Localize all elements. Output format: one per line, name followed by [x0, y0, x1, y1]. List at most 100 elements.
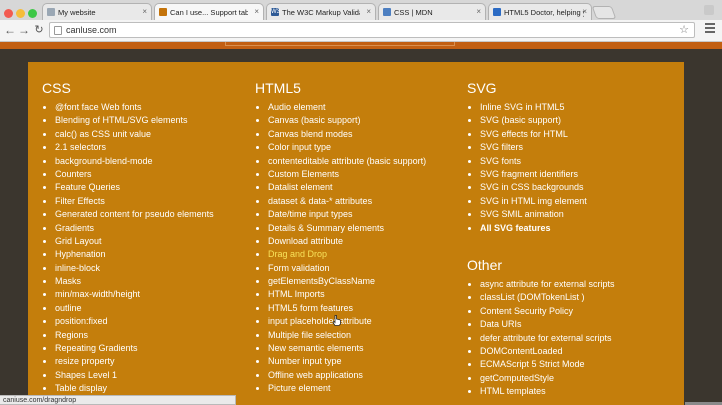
feature-link[interactable]: getComputedStyle: [467, 372, 615, 385]
feature-link[interactable]: SVG in CSS backgrounds: [467, 181, 587, 194]
feature-link[interactable]: inline-block: [42, 262, 214, 275]
tab-close-icon[interactable]: ×: [476, 7, 481, 16]
page-content: CSS @font face Web fonts Blending of HTML…: [0, 42, 722, 405]
feature-link[interactable]: Datalist element: [255, 181, 426, 194]
feature-link[interactable]: Counters: [42, 168, 214, 181]
feature-link[interactable]: Audio element: [255, 101, 426, 114]
feature-link[interactable]: Table display: [42, 382, 214, 395]
feature-link[interactable]: @font face Web fonts: [42, 101, 214, 114]
feature-link[interactable]: calc() as CSS unit value: [42, 128, 214, 141]
feature-link[interactable]: Feature Queries: [42, 181, 214, 194]
svg-heading: SVG: [467, 80, 497, 96]
profile-icon[interactable]: [704, 5, 714, 15]
feature-link[interactable]: Drag and Drop: [255, 248, 426, 261]
feature-link[interactable]: Details & Summary elements: [255, 222, 426, 235]
feature-link[interactable]: SVG (basic support): [467, 114, 587, 127]
mdn-favicon-icon: [383, 8, 391, 16]
feature-link[interactable]: Generated content for pseudo elements: [42, 208, 214, 221]
feature-link[interactable]: Multiple file selection: [255, 329, 426, 342]
feature-link[interactable]: resize property: [42, 355, 214, 368]
tab-close-icon[interactable]: ×: [582, 7, 587, 16]
feature-link[interactable]: Picture element: [255, 382, 426, 395]
feature-link[interactable]: HTML templates: [467, 385, 615, 398]
feature-link[interactable]: dataset & data-* attributes: [255, 195, 426, 208]
tab-my-website[interactable]: My website ×: [42, 3, 152, 20]
feature-link[interactable]: Masks: [42, 275, 214, 288]
feature-link[interactable]: Number input type: [255, 355, 426, 368]
tab-caniuse[interactable]: Can I use... Support tables ×: [154, 3, 264, 20]
back-arrow-icon[interactable]: ←: [4, 23, 16, 37]
feature-link[interactable]: classList (DOMTokenList ): [467, 291, 615, 304]
feature-link[interactable]: async attribute for external scripts: [467, 278, 615, 291]
feature-link[interactable]: Shapes Level 1: [42, 369, 214, 382]
feature-link[interactable]: min/max-width/height: [42, 288, 214, 301]
feature-link[interactable]: outline: [42, 302, 214, 315]
feature-link[interactable]: Regions: [42, 329, 214, 342]
feature-link[interactable]: SVG fonts: [467, 155, 587, 168]
feature-link[interactable]: getElementsByClassName: [255, 275, 426, 288]
forward-arrow-icon[interactable]: →: [18, 23, 30, 37]
feature-link[interactable]: Data URIs: [467, 318, 615, 331]
feature-link[interactable]: position:fixed: [42, 315, 214, 328]
tab-css-mdn[interactable]: CSS | MDN ×: [378, 3, 486, 20]
zoom-window-button[interactable]: [28, 9, 37, 18]
feature-link[interactable]: Blending of HTML/SVG elements: [42, 114, 214, 127]
feature-link[interactable]: SVG in HTML img element: [467, 195, 587, 208]
tab-close-icon[interactable]: ×: [366, 7, 371, 16]
menu-icon[interactable]: [705, 23, 715, 35]
feature-link[interactable]: SVG fragment identifiers: [467, 168, 587, 181]
search-field[interactable]: [225, 42, 455, 46]
feature-link[interactable]: Custom Elements: [255, 168, 426, 181]
hand-cursor-icon: [332, 315, 341, 326]
tab-w3c-validator[interactable]: W3 The W3C Markup Validation ×: [266, 3, 376, 20]
feature-link[interactable]: contenteditable attribute (basic support…: [255, 155, 426, 168]
feature-link[interactable]: background-blend-mode: [42, 155, 214, 168]
html5-heading: HTML5: [255, 80, 301, 96]
minimize-window-button[interactable]: [16, 9, 25, 18]
feature-link[interactable]: Download attribute: [255, 235, 426, 248]
feature-link[interactable]: HTML Imports: [255, 288, 426, 301]
tab-close-icon[interactable]: ×: [142, 7, 147, 16]
tab-label: Can I use... Support tables: [170, 8, 248, 17]
feature-link[interactable]: SVG filters: [467, 141, 587, 154]
other-feature-list: async attribute for external scripts clas…: [467, 278, 615, 399]
feature-link[interactable]: Grid Layout: [42, 235, 214, 248]
feature-link[interactable]: Canvas blend modes: [255, 128, 426, 141]
feature-link[interactable]: Date/time input types: [255, 208, 426, 221]
feature-link[interactable]: Repeating Gradients: [42, 342, 214, 355]
reload-icon[interactable]: ↻: [33, 23, 45, 37]
new-tab-button[interactable]: [591, 6, 617, 19]
feature-link[interactable]: Color input type: [255, 141, 426, 154]
css-feature-list: @font face Web fonts Blending of HTML/SVG…: [42, 101, 214, 396]
feature-link[interactable]: Filter Effects: [42, 195, 214, 208]
page-icon: [47, 8, 55, 16]
feature-link[interactable]: Inline SVG in HTML5: [467, 101, 587, 114]
status-bar-url: caniuse.com/dragndrop: [0, 395, 236, 405]
feature-link[interactable]: HTML5 form features: [255, 302, 426, 315]
css-heading: CSS: [42, 80, 71, 96]
feature-link[interactable]: Hyphenation: [42, 248, 214, 261]
tab-close-icon[interactable]: ×: [254, 7, 259, 16]
feature-link[interactable]: 2.1 selectors: [42, 141, 214, 154]
feature-link[interactable]: Canvas (basic support): [255, 114, 426, 127]
tab-label: CSS | MDN: [394, 8, 433, 17]
feature-link[interactable]: DOMContentLoaded: [467, 345, 615, 358]
tab-html5-doctor[interactable]: HTML5 Doctor, helping you ×: [488, 3, 592, 20]
feature-link[interactable]: SVG effects for HTML: [467, 128, 587, 141]
feature-link[interactable]: New semantic elements: [255, 342, 426, 355]
feature-link[interactable]: Form validation: [255, 262, 426, 275]
bookmark-star-icon[interactable]: ☆: [679, 23, 689, 36]
feature-link[interactable]: SVG SMIL animation: [467, 208, 587, 221]
page-icon: [54, 26, 62, 35]
address-bar[interactable]: canluse.com ☆: [49, 22, 695, 38]
feature-link[interactable]: All SVG features: [467, 222, 587, 235]
feature-link[interactable]: Offline web applications: [255, 369, 426, 382]
html5doctor-favicon-icon: [493, 8, 501, 16]
feature-link[interactable]: Gradients: [42, 222, 214, 235]
index-panel: CSS @font face Web fonts Blending of HTML…: [28, 62, 684, 405]
feature-link[interactable]: Content Security Policy: [467, 305, 615, 318]
url-text[interactable]: canluse.com: [66, 25, 117, 35]
close-window-button[interactable]: [4, 9, 13, 18]
feature-link[interactable]: ECMAScript 5 Strict Mode: [467, 358, 615, 371]
feature-link[interactable]: defer attribute for external scripts: [467, 332, 615, 345]
